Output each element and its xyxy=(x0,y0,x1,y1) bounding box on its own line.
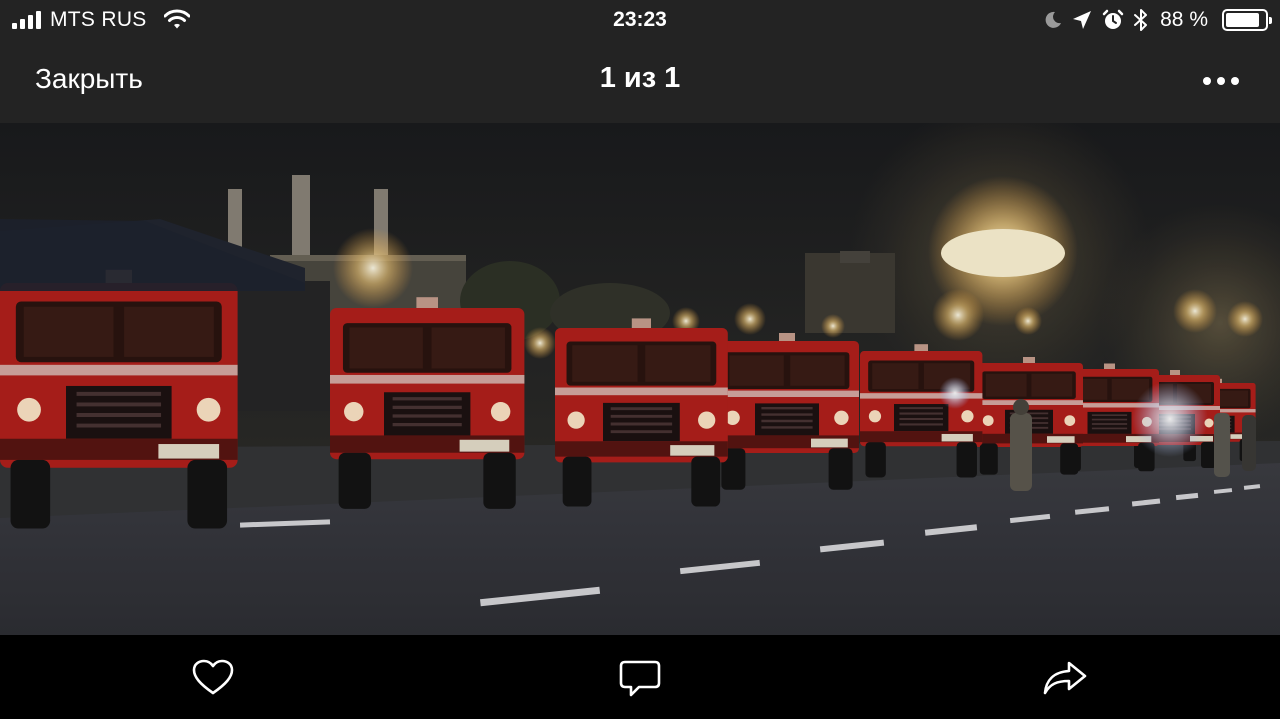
share-icon xyxy=(1043,661,1087,695)
bottom-toolbar xyxy=(0,635,1280,719)
alarm-icon xyxy=(1102,9,1124,29)
page-counter: 1 из 1 xyxy=(599,62,681,94)
top-chrome: MTS RUS 23:23 88 % Закрыть 1 из 1 xyxy=(0,0,1280,123)
battery-percent: 88 % xyxy=(1160,8,1208,31)
nav-bar: Закрыть 1 из 1 xyxy=(0,40,1280,123)
bluetooth-icon xyxy=(1134,9,1148,31)
comment-button[interactable] xyxy=(617,657,663,699)
photo-fire-trucks-night[interactable] xyxy=(0,123,1280,635)
comment-icon xyxy=(619,660,661,697)
photo-canvas xyxy=(0,123,1280,635)
like-button[interactable] xyxy=(190,657,236,699)
moon-icon xyxy=(1045,11,1062,28)
status-bar: MTS RUS 23:23 88 % xyxy=(0,0,1280,40)
share-button[interactable] xyxy=(1042,657,1088,699)
battery-cap xyxy=(1269,17,1272,24)
location-icon xyxy=(1073,11,1092,29)
like-icon xyxy=(192,659,234,695)
more-icon[interactable] xyxy=(1202,68,1240,94)
battery-icon xyxy=(1222,9,1272,31)
status-right-group: 88 % xyxy=(1044,6,1272,34)
battery-level-fill xyxy=(1226,13,1259,27)
photo-viewer-screen: MTS RUS 23:23 88 % Закрыть 1 из 1 xyxy=(0,0,1280,719)
